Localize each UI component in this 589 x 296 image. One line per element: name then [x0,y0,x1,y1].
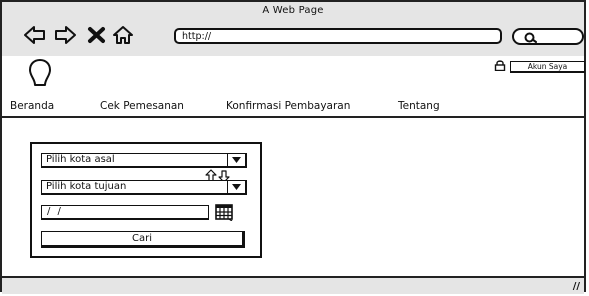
url-text: http:// [182,31,212,42]
booking-form: Pilih kota asal Pilih kota tujuan / / Ca… [30,142,262,258]
close-icon[interactable] [86,24,108,46]
lock-icon [494,60,506,71]
status-bar: // [2,276,584,294]
destination-city-select[interactable]: Pilih kota tujuan [41,180,247,195]
search-button[interactable] [512,28,584,45]
window-title: A Web Page [262,5,324,16]
menu-item-tentang[interactable]: Tentang [398,100,440,112]
date-value: / / [47,206,63,217]
resize-handle-icon[interactable]: // [573,281,580,292]
search-submit-button[interactable]: Cari [41,231,245,248]
home-icon[interactable] [112,24,134,46]
browser-toolbar: A Web Page http:// [2,2,584,58]
forward-arrow-icon[interactable] [54,24,76,46]
chevron-down-icon [232,157,241,163]
origin-dropdown-button[interactable] [227,154,245,166]
destination-city-value: Pilih kota tujuan [46,181,127,192]
account-button[interactable]: Akun Saya [510,61,585,73]
main-menu: Beranda Cek Pemesanan Konfirmasi Pembaya… [2,98,584,118]
origin-city-value: Pilih kota asal [46,154,115,165]
menu-item-konfirmasi-pembayaran[interactable]: Konfirmasi Pembayaran [226,100,350,112]
date-input[interactable]: / / [41,205,209,220]
search-icon [524,32,537,43]
chevron-down-icon [232,184,241,190]
menu-item-beranda[interactable]: Beranda [10,100,54,112]
origin-city-select[interactable]: Pilih kota asal [41,153,247,168]
calendar-icon[interactable] [215,204,233,221]
lightbulb-icon [29,59,51,86]
url-input[interactable]: http:// [174,28,502,44]
back-arrow-icon[interactable] [24,24,46,46]
site-header: Akun Saya [2,56,585,100]
menu-item-cek-pemesanan[interactable]: Cek Pemesanan [100,100,184,112]
destination-dropdown-button[interactable] [227,181,245,193]
browser-window: A Web Page http:// Akun Saya Beranda Cek… [0,0,586,294]
